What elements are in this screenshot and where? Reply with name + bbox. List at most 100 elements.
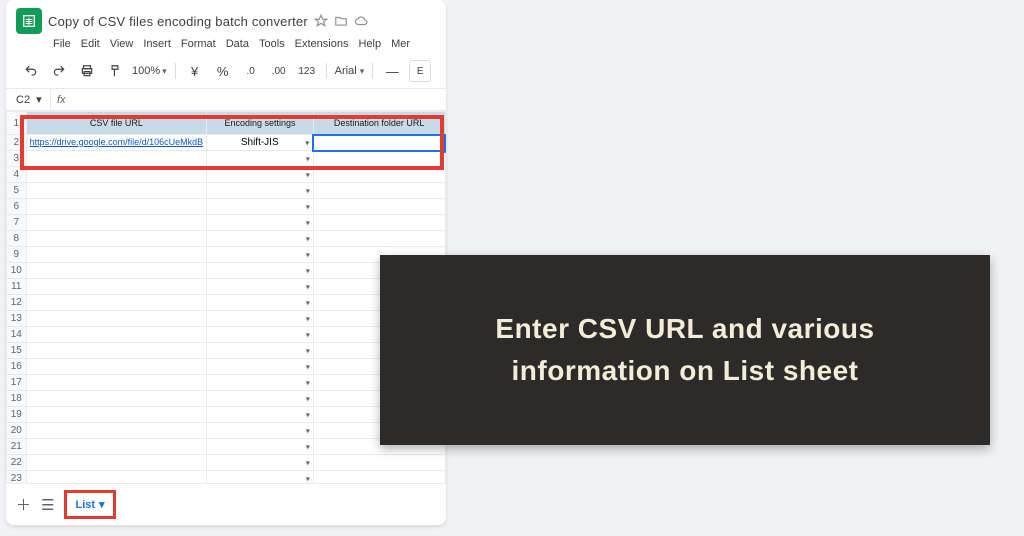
cell[interactable]: ▾ — [207, 263, 314, 279]
move-icon[interactable] — [334, 14, 348, 28]
cell[interactable] — [26, 247, 207, 263]
row-header[interactable]: 11 — [7, 279, 27, 295]
cell[interactable] — [26, 215, 207, 231]
row-header[interactable]: 23 — [7, 471, 27, 484]
cloud-saved-icon[interactable] — [354, 14, 368, 28]
cell[interactable] — [26, 199, 207, 215]
cell[interactable] — [313, 199, 445, 215]
name-box[interactable]: C2▾ — [6, 93, 50, 106]
cell[interactable]: ▾ — [207, 327, 314, 343]
paint-format-button[interactable] — [104, 60, 126, 82]
menu-edit[interactable]: Edit — [78, 36, 103, 52]
row-header[interactable]: 1 — [7, 112, 27, 135]
row-header[interactable]: 4 — [7, 167, 27, 183]
cell[interactable]: ▾ — [207, 471, 314, 484]
row-header[interactable]: 3 — [7, 151, 27, 167]
cell[interactable] — [26, 231, 207, 247]
cell[interactable]: Destination folder URL — [313, 112, 445, 135]
cell[interactable]: ▾ — [207, 151, 314, 167]
all-sheets-button[interactable]: ☰ — [41, 496, 54, 514]
cell[interactable]: https://drive.google.com/file/d/106cUeMk… — [26, 135, 207, 151]
cell[interactable]: ▾ — [207, 359, 314, 375]
row-header[interactable]: 19 — [7, 407, 27, 423]
cell[interactable]: ▾ — [207, 343, 314, 359]
cell[interactable] — [26, 311, 207, 327]
percent-button[interactable]: % — [212, 60, 234, 82]
row-header[interactable]: 10 — [7, 263, 27, 279]
cell[interactable] — [313, 183, 445, 199]
cell[interactable] — [313, 151, 445, 167]
cell[interactable]: ▾ — [207, 167, 314, 183]
cell[interactable] — [26, 455, 207, 471]
cell[interactable] — [26, 439, 207, 455]
decrease-decimals-button[interactable]: .0 — [240, 60, 262, 82]
font-size-decrease[interactable]: — — [381, 60, 403, 82]
cell[interactable] — [26, 279, 207, 295]
row-header[interactable]: 12 — [7, 295, 27, 311]
row-header[interactable]: 13 — [7, 311, 27, 327]
cell[interactable]: ▾ — [207, 199, 314, 215]
row-header[interactable]: 14 — [7, 327, 27, 343]
cell[interactable]: ▾ — [207, 311, 314, 327]
menu-format[interactable]: Format — [178, 36, 219, 52]
cell[interactable] — [313, 215, 445, 231]
row-header[interactable]: 18 — [7, 391, 27, 407]
add-sheet-button[interactable]: ＋ — [16, 494, 31, 515]
row-header[interactable]: 16 — [7, 359, 27, 375]
cell[interactable]: ▾ — [207, 247, 314, 263]
menu-file[interactable]: File — [50, 36, 74, 52]
csv-url-link[interactable]: https://drive.google.com/file/d/106cUeMk… — [30, 137, 204, 147]
row-header[interactable]: 2 — [7, 135, 27, 151]
cell[interactable] — [26, 471, 207, 484]
cell[interactable] — [26, 359, 207, 375]
menu-tools[interactable]: Tools — [256, 36, 288, 52]
cell[interactable] — [26, 407, 207, 423]
menu-extensions[interactable]: Extensions — [292, 36, 352, 52]
row-header[interactable]: 20 — [7, 423, 27, 439]
menu-more[interactable]: Mer — [388, 36, 413, 52]
menu-data[interactable]: Data — [223, 36, 252, 52]
cell[interactable] — [26, 391, 207, 407]
cell[interactable] — [26, 327, 207, 343]
cell[interactable]: CSV file URL — [26, 112, 207, 135]
cell[interactable] — [313, 455, 445, 471]
row-header[interactable]: 15 — [7, 343, 27, 359]
row-header[interactable]: 6 — [7, 199, 27, 215]
cell[interactable]: Encoding settings — [207, 112, 314, 135]
menu-help[interactable]: Help — [355, 36, 384, 52]
cell[interactable] — [313, 471, 445, 484]
cell[interactable] — [26, 343, 207, 359]
star-icon[interactable] — [314, 14, 328, 28]
row-header[interactable]: 7 — [7, 215, 27, 231]
cell[interactable] — [26, 167, 207, 183]
row-header[interactable]: 8 — [7, 231, 27, 247]
cell[interactable] — [313, 167, 445, 183]
cell[interactable] — [26, 295, 207, 311]
document-title[interactable]: Copy of CSV files encoding batch convert… — [48, 14, 308, 29]
row-header[interactable]: 5 — [7, 183, 27, 199]
cell[interactable]: ▾ — [207, 423, 314, 439]
cell[interactable]: ▾ — [207, 231, 314, 247]
increase-decimals-button[interactable]: .00 — [268, 60, 290, 82]
cell[interactable] — [26, 375, 207, 391]
cell[interactable] — [26, 263, 207, 279]
undo-button[interactable] — [20, 60, 42, 82]
cell[interactable] — [26, 423, 207, 439]
cell[interactable]: ▾ — [207, 279, 314, 295]
cell[interactable]: ▾ — [207, 455, 314, 471]
zoom-select[interactable]: 100%▾ — [132, 65, 167, 77]
cell[interactable] — [313, 231, 445, 247]
menu-view[interactable]: View — [107, 36, 137, 52]
menu-insert[interactable]: Insert — [140, 36, 174, 52]
cell[interactable]: ▾ — [207, 391, 314, 407]
cell[interactable]: Shift-JIS▾ — [207, 135, 314, 151]
cell[interactable] — [26, 151, 207, 167]
row-header[interactable]: 17 — [7, 375, 27, 391]
cell[interactable] — [26, 183, 207, 199]
sheet-tab-list[interactable]: List▾ — [69, 496, 110, 513]
cell[interactable]: ▾ — [207, 375, 314, 391]
cell[interactable]: ▾ — [207, 439, 314, 455]
font-size-input[interactable]: E — [409, 60, 431, 82]
redo-button[interactable] — [48, 60, 70, 82]
selected-cell[interactable] — [313, 135, 445, 151]
